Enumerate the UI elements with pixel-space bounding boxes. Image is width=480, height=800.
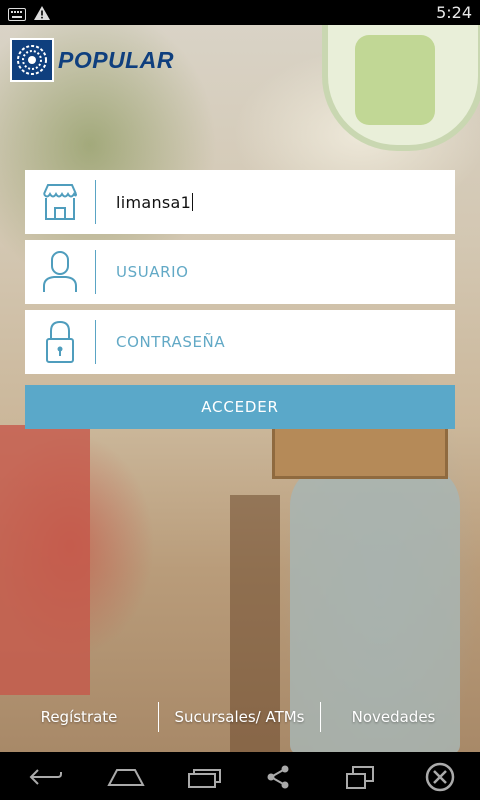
back-icon[interactable]: [26, 762, 66, 792]
warning-icon: [34, 5, 50, 24]
password-input[interactable]: CONTRASEÑA: [116, 333, 225, 351]
close-icon[interactable]: [420, 762, 460, 792]
status-bar: 5:24: [0, 0, 480, 25]
news-link[interactable]: Novedades: [321, 708, 466, 726]
company-input[interactable]: limansa1: [116, 192, 194, 212]
brand-name: POPULAR: [58, 46, 174, 73]
keyboard-icon: [8, 6, 26, 25]
popular-logo-icon: [10, 38, 54, 82]
recents-icon[interactable]: [186, 762, 226, 792]
company-field[interactable]: limansa1: [25, 170, 455, 234]
user-field[interactable]: USUARIO: [25, 240, 455, 304]
branches-atms-link[interactable]: Sucursales/ ATMs: [159, 708, 320, 726]
brand-logo: POPULAR: [10, 38, 174, 82]
home-icon[interactable]: [106, 762, 146, 792]
login-button[interactable]: ACCEDER: [25, 385, 455, 429]
status-time: 5:24: [436, 3, 472, 22]
register-link[interactable]: Regístrate: [0, 708, 158, 726]
navigation-bar: [0, 752, 480, 800]
share-icon[interactable]: [258, 762, 298, 792]
bottom-links: Regístrate Sucursales/ ATMs Novedades: [0, 700, 480, 734]
user-icon: [25, 240, 95, 304]
password-field[interactable]: CONTRASEÑA: [25, 310, 455, 374]
lock-icon: [25, 310, 95, 374]
text-caret: [192, 192, 194, 211]
screenshot-icon[interactable]: [340, 762, 380, 792]
store-icon: [25, 170, 95, 234]
user-input[interactable]: USUARIO: [116, 263, 189, 281]
